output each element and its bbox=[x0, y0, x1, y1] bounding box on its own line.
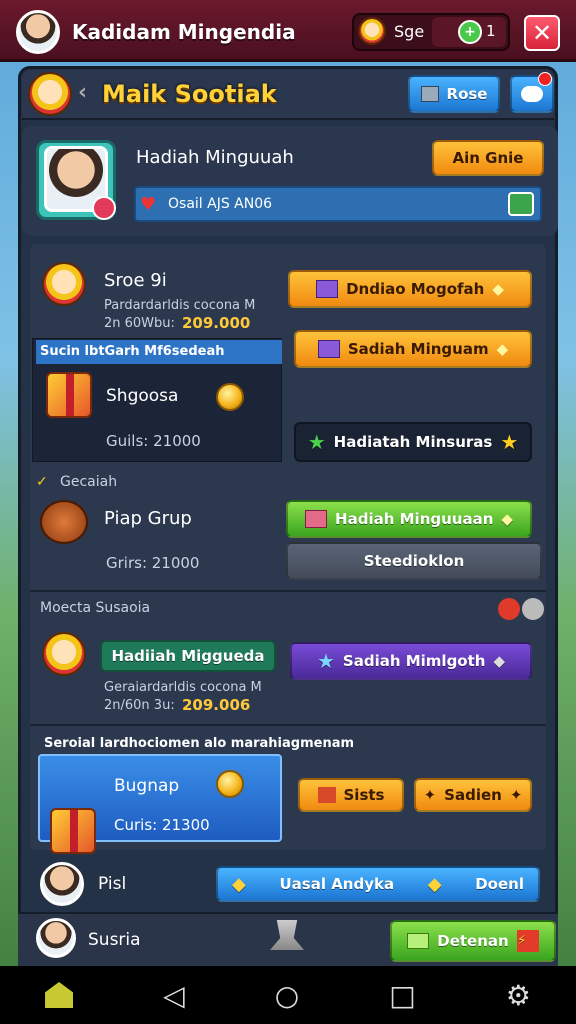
player-avatar[interactable] bbox=[16, 10, 60, 54]
green-star-icon: ★ bbox=[307, 430, 326, 454]
panel-mascot-icon bbox=[28, 72, 72, 116]
chat-icon bbox=[521, 86, 543, 102]
star-icon: ★ bbox=[316, 649, 335, 673]
ticket-icon bbox=[407, 933, 430, 949]
back-arrow-icon[interactable]: ‹ bbox=[78, 80, 87, 105]
sadien-button[interactable]: ✦ Sadien ✦ bbox=[414, 778, 532, 812]
bottom-avatar[interactable] bbox=[36, 918, 76, 958]
notification-badge bbox=[538, 72, 552, 86]
diamond-icon: ◆ bbox=[492, 280, 504, 298]
coin-icon bbox=[216, 383, 244, 411]
divider bbox=[30, 590, 546, 592]
coin-icon bbox=[216, 770, 244, 798]
refresh-icon[interactable] bbox=[508, 192, 534, 216]
row3-sub: Geraiardarldis cocona M bbox=[104, 680, 262, 695]
bottom-name: Susria bbox=[88, 930, 141, 950]
row2-price: Grirs: 21000 bbox=[106, 554, 200, 572]
featured-1-name: Shgoosa bbox=[106, 386, 179, 406]
featured-1-label: Sucin lbtGarh Mf6sedeah bbox=[40, 344, 225, 359]
rose-button[interactable]: Rose bbox=[408, 75, 500, 113]
diamond-icon: ◆ bbox=[501, 510, 513, 528]
row1-amount-prefix: 2n 60Wbu: bbox=[104, 316, 175, 331]
row1-button[interactable]: Dndiao Mogofah ◆ bbox=[288, 270, 532, 308]
sparkle-icon: ✦ bbox=[423, 786, 437, 804]
diamond-icon: ◆ bbox=[496, 340, 509, 358]
row3-button[interactable]: ★ Sadiah Mimlgoth ◆ bbox=[290, 642, 532, 680]
check-icon: ✓ bbox=[36, 474, 48, 490]
home-circle-icon[interactable]: ○ bbox=[275, 979, 299, 1012]
box-icon bbox=[317, 340, 340, 358]
row3-amount-prefix: 2n/60n 3u: bbox=[104, 698, 175, 713]
diamond-icon: ◆ bbox=[493, 652, 506, 670]
sparkle-icon: ✦ bbox=[509, 786, 523, 804]
section-secciah-label: Gecaiah bbox=[60, 474, 118, 490]
sists-button[interactable]: Sists bbox=[298, 778, 404, 812]
footer-avatar[interactable] bbox=[40, 862, 84, 906]
row2-title: Piap Grup bbox=[104, 508, 192, 529]
info-bar-text: Osail AJS AN06 bbox=[168, 196, 273, 212]
featured-2-name: Bugnap bbox=[114, 776, 180, 796]
close-button[interactable]: ✕ bbox=[524, 15, 560, 51]
gem-count: 1 bbox=[486, 22, 496, 40]
back-icon[interactable]: ◁ bbox=[163, 979, 185, 1012]
box-icon bbox=[420, 86, 439, 102]
detenan-button[interactable]: Detenan ⚡ bbox=[390, 920, 556, 962]
plus-gem-icon[interactable]: + bbox=[458, 20, 482, 44]
featured-2-price: Curis: 21300 bbox=[114, 816, 210, 834]
featured-2-label: Seroial lardhociomen alo marahiagmenam bbox=[44, 736, 355, 751]
profile-name: Hadiah Minguuah bbox=[136, 147, 294, 168]
gift-icon bbox=[46, 372, 92, 418]
box-icon bbox=[316, 280, 339, 298]
row1-mascot-icon bbox=[42, 262, 86, 306]
row2-secondary-button[interactable]: Steedioklon bbox=[286, 542, 542, 580]
footer-name: Pisl bbox=[98, 874, 127, 894]
gift-box-icon bbox=[317, 787, 336, 803]
section-moecta-label: Moecta Susaoia bbox=[40, 600, 151, 616]
sadiah-button[interactable]: Sadiah Minguam ◆ bbox=[294, 330, 532, 368]
currency-value: Sge bbox=[394, 22, 425, 41]
settings-icon[interactable]: ⚙ bbox=[506, 979, 531, 1012]
puzzle-icon bbox=[40, 500, 88, 544]
heart-badge-icon bbox=[92, 196, 116, 220]
row3-pill[interactable]: Hadiiah Miggueda bbox=[100, 640, 276, 672]
divider bbox=[30, 724, 546, 726]
system-nav-bar: ◁ ○ □ ⚙ bbox=[0, 966, 576, 1024]
heart-icon: ♥ bbox=[140, 194, 157, 215]
gem-icon: ◆ bbox=[427, 873, 442, 895]
gold-star-icon: ★ bbox=[500, 430, 519, 454]
gift-icon bbox=[50, 808, 96, 854]
row3-amount: 209.006 bbox=[182, 696, 251, 714]
row3-mascot-icon bbox=[42, 632, 86, 676]
box-icon bbox=[305, 510, 328, 528]
gray-dot-icon bbox=[522, 598, 544, 620]
row1-sub: Pardardarldis cocona M bbox=[104, 298, 256, 313]
featured-1-price: Guils: 21000 bbox=[106, 432, 201, 450]
row2-button[interactable]: Hadiah Minguuaan ◆ bbox=[286, 500, 532, 538]
hadiah-minsuras-button[interactable]: ★ Hadiatah Minsuras ★ bbox=[294, 422, 532, 462]
app-title: Kadidam Mingendia bbox=[72, 20, 296, 44]
row1-amount: 209.000 bbox=[182, 314, 251, 332]
action-button[interactable]: Ain Gnie bbox=[432, 140, 544, 176]
row1-title: Sroe 9i bbox=[104, 270, 167, 291]
recents-icon[interactable]: □ bbox=[389, 979, 415, 1012]
currency-mascot-icon bbox=[358, 17, 386, 45]
gem-icon: ◆ bbox=[232, 873, 246, 895]
bolt-icon: ⚡ bbox=[516, 930, 539, 952]
panel-title: Maik Sootiak bbox=[102, 80, 277, 108]
footer-button[interactable]: ◆ Uasal Andyka ◆ Doenl bbox=[216, 866, 540, 902]
home-icon[interactable] bbox=[45, 982, 74, 1008]
red-dot-icon bbox=[498, 598, 520, 620]
